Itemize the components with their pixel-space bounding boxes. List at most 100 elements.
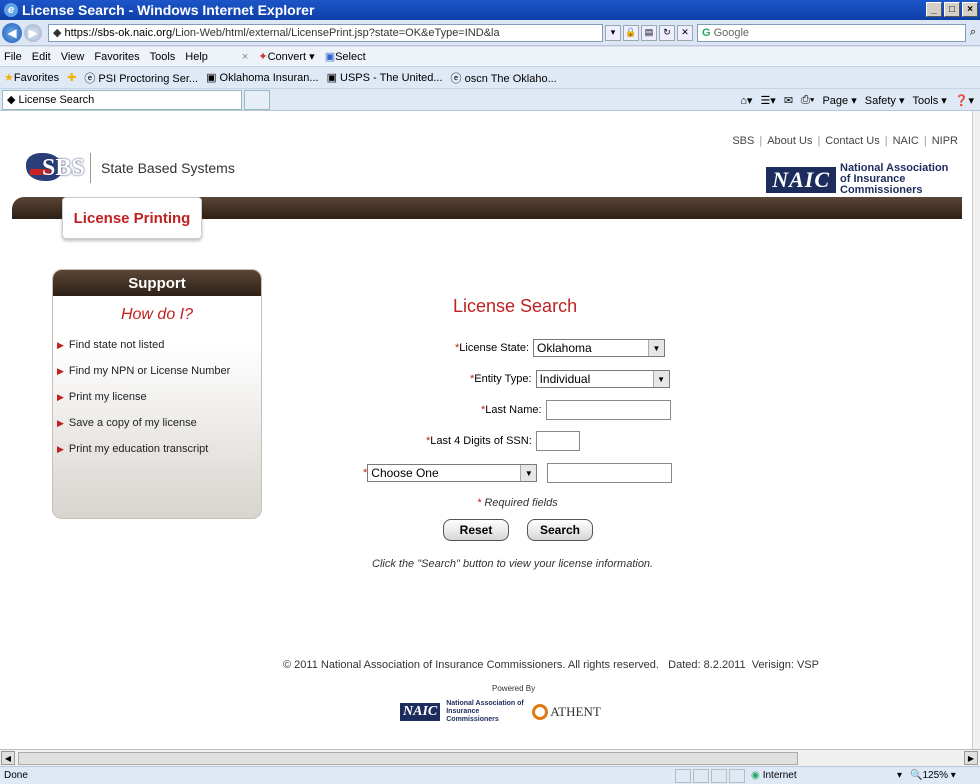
maximize-button[interactable]: □	[944, 2, 960, 17]
menu-tools[interactable]: Tools	[150, 51, 176, 63]
chevron-down-icon: ▼	[652, 371, 669, 387]
feeds-icon[interactable]: ☰▾	[760, 94, 775, 107]
link-sbs[interactable]: SBS	[732, 135, 754, 147]
naic-logo-name: National Association of Insurance Commis…	[840, 162, 949, 196]
tab-license-search[interactable]: ◆ License Search	[2, 89, 242, 110]
support-link-transcript[interactable]: ▶ Print my education transcript	[53, 436, 261, 462]
vertical-scrollbar[interactable]	[972, 111, 980, 749]
athent-ring-icon	[532, 704, 549, 720]
new-tab-button[interactable]	[244, 89, 270, 110]
id-number-input[interactable]	[547, 463, 673, 483]
search-placeholder: Google	[713, 26, 750, 39]
arrow-right-icon: ▶	[57, 365, 64, 376]
ssn-row: * Last 4 Digits of SSN:	[426, 431, 580, 451]
search-input[interactable]: G Google	[697, 23, 966, 42]
url-input[interactable]: ◆ https://sbs-ok.naic.org/Lion-Web/html/…	[48, 23, 603, 42]
compat-view-icon[interactable]: ▤	[641, 24, 657, 41]
page-menu[interactable]: Page ▾	[822, 94, 856, 107]
home-icon[interactable]: ⌂▾	[740, 94, 752, 107]
reset-button[interactable]: Reset	[443, 519, 509, 541]
menu-help[interactable]: Help	[185, 51, 208, 63]
ssn-input[interactable]	[535, 431, 580, 451]
license-state-value: Oklahoma	[537, 341, 592, 355]
fav-link-oscn[interactable]: ⓔ oscn The Oklaho...	[451, 70, 557, 86]
select-button[interactable]: ▣Select	[325, 50, 366, 63]
fav-link-oklahoma[interactable]: ▣ Oklahoma Insuran...	[206, 71, 319, 84]
scroll-thumb[interactable]	[18, 752, 798, 765]
license-state-select[interactable]: Oklahoma ▼	[533, 339, 665, 357]
close-button[interactable]: ×	[962, 2, 978, 17]
link-nipr[interactable]: NIPR	[932, 135, 958, 147]
favorites-label: Favorites	[13, 72, 60, 84]
copyright: © 2011 National Association of Insurance…	[283, 659, 819, 671]
page-icon: ◆	[53, 27, 62, 39]
how-do-i-heading: How do I?	[120, 306, 194, 323]
fav-link-oklahoma-label: Oklahoma Insuran...	[219, 72, 319, 84]
naic-logo[interactable]: NAIC National Association of Insurance C…	[766, 163, 960, 196]
link-about-us[interactable]: About Us	[767, 135, 812, 147]
last-name-input[interactable]	[545, 400, 671, 420]
support-link-print[interactable]: ▶ Print my license	[53, 384, 261, 410]
horizontal-scrollbar[interactable]: ◀ ▶	[0, 749, 980, 766]
mail-icon[interactable]: ✉	[784, 94, 793, 107]
entity-type-select[interactable]: Individual ▼	[535, 370, 670, 388]
arrow-right-icon: ▶	[57, 339, 64, 350]
support-link-label: Print my education transcript	[68, 443, 209, 455]
menu-edit[interactable]: Edit	[32, 51, 51, 63]
support-link-state[interactable]: ▶ Find state not listed	[53, 332, 261, 358]
address-bar: ◀ ▶ ◆ https://sbs-ok.naic.org/Lion-Web/h…	[0, 20, 980, 46]
entity-type-label: Entity Type:	[474, 373, 532, 385]
menu-view[interactable]: View	[61, 51, 85, 63]
minimize-button[interactable]: _	[926, 2, 942, 17]
link-contact-us[interactable]: Contact Us	[825, 135, 879, 147]
safety-menu[interactable]: Safety ▾	[865, 94, 905, 107]
window-titlebar: e License Search - Windows Internet Expl…	[0, 0, 980, 20]
menu-bar: File Edit View Favorites Tools Help × ✦C…	[0, 47, 980, 67]
powered-by-logos: NAIC National Association of Insurance C…	[400, 700, 601, 724]
fav-link-usps[interactable]: ▣ USPS - The United...	[327, 71, 443, 84]
fav-link-psi[interactable]: ⓔ PSI Proctoring Ser...	[84, 70, 198, 86]
zone-label: Internet	[762, 770, 797, 781]
id-type-select[interactable]: Choose One ▼	[367, 464, 538, 482]
menu-favorites[interactable]: Favorites	[94, 51, 139, 63]
menu-file[interactable]: File	[4, 51, 22, 63]
support-link-label: Save a copy of my license	[68, 417, 197, 429]
search-button[interactable]: Search	[527, 519, 593, 541]
add-favorite-icon[interactable]: ✚	[67, 71, 76, 84]
protected-mode-icon[interactable]: ▾	[897, 770, 902, 781]
support-link-save[interactable]: ▶ Save a copy of my license	[53, 410, 261, 436]
window-title: License Search - Windows Internet Explor…	[22, 2, 315, 18]
close-toolbar-icon[interactable]: ×	[242, 51, 248, 63]
naic-footer-logo: NAIC	[400, 703, 441, 721]
refresh-icon[interactable]: ↻	[659, 24, 675, 41]
sbs-logo[interactable]: SBS State Based Systems	[26, 151, 235, 185]
zoom-control[interactable]: 🔍125% ▾	[910, 770, 980, 781]
help-icon[interactable]: ❓▾	[955, 94, 974, 107]
license-state-label: License State:	[459, 342, 529, 354]
tools-menu-label: Tools	[912, 94, 939, 107]
last-name-label: Last Name:	[485, 404, 542, 416]
link-naic[interactable]: NAIC	[893, 135, 919, 147]
favorites-button[interactable]: ★Favorites	[4, 71, 59, 84]
tools-menu[interactable]: Tools ▾	[913, 94, 947, 107]
forward-button[interactable]: ▶	[24, 23, 42, 42]
convert-button[interactable]: ✦Convert ▾	[258, 50, 314, 63]
scroll-left-icon[interactable]: ◀	[1, 751, 15, 765]
lock-icon[interactable]: 🔒	[623, 24, 639, 41]
window-controls: _ □ ×	[926, 2, 978, 17]
security-zone[interactable]: ◉ Internet	[747, 770, 897, 781]
arrow-right-icon: ▶	[57, 443, 64, 454]
print-icon[interactable]: ⎙▾	[801, 94, 814, 107]
select-label: Select	[335, 51, 366, 63]
tab-title: License Search	[18, 93, 95, 106]
url-host: https://sbs-ok.naic.org	[64, 26, 173, 39]
scroll-right-icon[interactable]: ▶	[964, 751, 978, 765]
url-path: /Lion-Web/html/external/LicensePrint.jsp…	[172, 26, 500, 39]
search-go-icon[interactable]: ⌕	[970, 26, 976, 39]
id-type-row: * Choose One ▼	[363, 463, 673, 483]
support-link-npn[interactable]: ▶ Find my NPN or License Number	[53, 358, 261, 384]
stop-icon[interactable]: ✕	[677, 24, 693, 41]
back-button[interactable]: ◀	[2, 22, 22, 43]
url-dropdown-icon[interactable]: ▾	[605, 24, 621, 41]
entity-type-value: Individual	[539, 372, 591, 386]
